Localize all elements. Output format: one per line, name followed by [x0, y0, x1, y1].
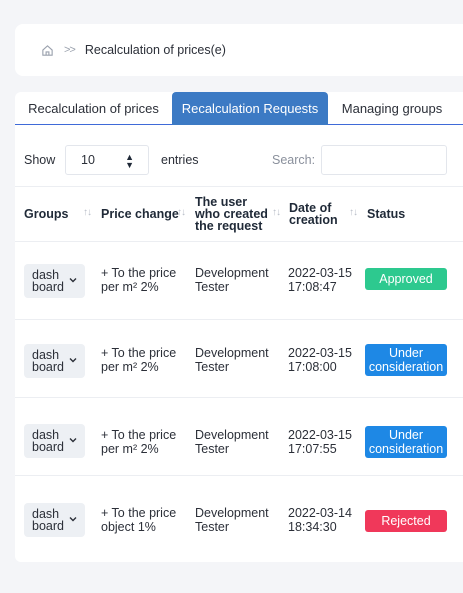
main-panel: Recalculation of prices Recalculation Re… — [15, 92, 463, 562]
group-value: dash board — [32, 507, 64, 533]
group-value: dash board — [32, 268, 64, 294]
column-header-status[interactable]: Status — [367, 187, 405, 241]
user-cell: Development Tester — [195, 506, 269, 534]
search-input[interactable] — [321, 145, 447, 175]
column-header-user[interactable]: The user who created the request — [195, 187, 270, 241]
status-badge: Under consideration — [365, 426, 447, 458]
status-badge: Under consideration — [365, 344, 447, 376]
chevron-down-icon — [69, 278, 77, 283]
table-row: dash board + To the price object 1% Deve… — [15, 476, 463, 554]
price-change-cell: + To the price per m² 2% — [101, 428, 177, 456]
sort-icon[interactable]: ↑↓ — [349, 207, 358, 218]
column-header-date[interactable]: Date of creation — [289, 187, 341, 241]
time-cell: 17:08:00 — [288, 360, 337, 374]
time-cell: 17:07:55 — [288, 442, 337, 456]
table-controls: Show 10 ▲ ▼ entries Search: — [24, 145, 463, 175]
price-change-cell: + To the price object 1% — [101, 506, 177, 534]
time-cell: 18:34:30 — [288, 520, 337, 534]
date-cell: 2022-03-15 — [288, 346, 352, 360]
updown-icon: ▲ ▼ — [125, 152, 134, 170]
group-value: dash board — [32, 428, 64, 454]
sort-icon[interactable]: ↑↓ — [177, 207, 186, 218]
breadcrumb: >> Recalculation of prices(e) — [15, 24, 463, 76]
group-select[interactable]: dash board — [24, 503, 85, 537]
sort-icon[interactable]: ↑↓ — [272, 207, 281, 218]
tab-recalculation-requests[interactable]: Recalculation Requests — [172, 92, 328, 125]
table-row: dash board + To the price per m² 2% Deve… — [15, 242, 463, 320]
column-header-price-change[interactable]: Price change — [101, 187, 179, 241]
user-cell: Development Tester — [195, 428, 269, 456]
date-cell: 2022-03-15 — [288, 266, 352, 280]
chevron-down-icon — [69, 438, 77, 443]
page-size-select[interactable]: 10 ▲ ▼ — [65, 145, 149, 175]
show-label: Show — [24, 153, 56, 167]
date-cell: 2022-03-15 — [288, 428, 352, 442]
page-size-value: 10 — [81, 153, 95, 167]
group-select[interactable]: dash board — [24, 264, 85, 298]
sort-icon[interactable]: ↑↓ — [83, 207, 92, 218]
chevron-down-icon — [69, 517, 77, 522]
price-change-cell: + To the price per m² 2% — [101, 346, 177, 374]
column-header-groups[interactable]: Groups — [24, 187, 68, 241]
table-row: dash board + To the price per m² 2% Deve… — [15, 398, 463, 476]
table-header: Groups ↑↓ Price change ↑↓ The user who c… — [15, 186, 463, 242]
group-select[interactable]: dash board — [24, 424, 85, 458]
group-select[interactable]: dash board — [24, 344, 85, 378]
tab-recalculation-of-prices[interactable]: Recalculation of prices — [15, 92, 172, 125]
tab-managing-groups[interactable]: Managing groups — [328, 92, 456, 125]
time-cell: 17:08:47 — [288, 280, 337, 294]
user-cell: Development Tester — [195, 266, 269, 294]
tab-bar: Recalculation of prices Recalculation Re… — [15, 92, 463, 125]
search-label: Search: — [272, 153, 316, 167]
chevron-down-icon — [69, 358, 77, 363]
breadcrumb-separator: >> — [64, 44, 76, 56]
date-cell: 2022-03-14 — [288, 506, 352, 520]
entries-label: entries — [161, 153, 199, 167]
table-row: dash board + To the price per m² 2% Deve… — [15, 320, 463, 398]
status-badge: Approved — [365, 268, 447, 290]
status-badge: Rejected — [365, 510, 447, 532]
price-change-cell: + To the price per m² 2% — [101, 266, 177, 294]
user-cell: Development Tester — [195, 346, 269, 374]
home-icon[interactable] — [40, 43, 54, 57]
breadcrumb-current: Recalculation of prices(e) — [84, 43, 226, 57]
group-value: dash board — [32, 348, 64, 374]
